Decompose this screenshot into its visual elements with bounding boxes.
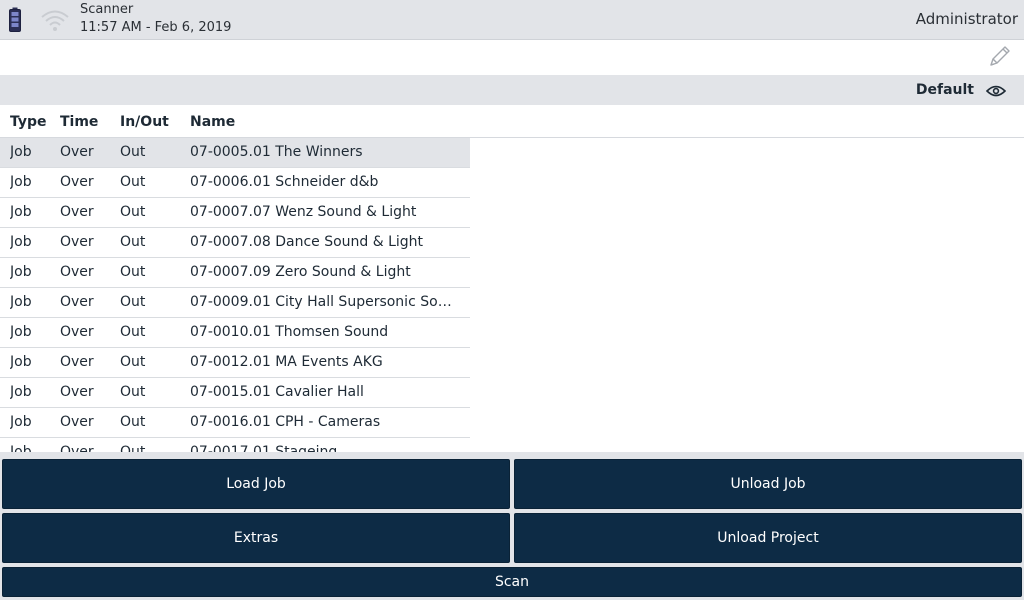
app-title: Scanner (80, 2, 134, 17)
cell-inout: Out (120, 354, 146, 370)
cell-type: Job (10, 324, 32, 340)
cell-inout: Out (120, 144, 146, 160)
cell-type: Job (10, 384, 32, 400)
view-bar: Default (0, 75, 1024, 105)
cell-type: Job (10, 144, 32, 160)
table-row[interactable]: Job Over Out 07-0010.01 Thomsen Sound (0, 318, 470, 348)
unload-project-button[interactable]: Unload Project (514, 513, 1022, 563)
cell-name: 07-0016.01 CPH - Cameras (190, 414, 381, 430)
cell-name: 07-0012.01 MA Events AKG (190, 354, 383, 370)
cell-time: Over (60, 264, 94, 280)
table-header: Type Time In/Out Name (0, 105, 1024, 138)
table-row[interactable]: Job Over Out 07-0007.08 Dance Sound & Light (0, 228, 470, 258)
pencil-icon[interactable] (986, 44, 1012, 70)
cell-time: Over (60, 204, 94, 220)
table-row[interactable]: Job Over Out 07-0015.01 Cavalier Hall (0, 378, 470, 408)
cell-name: 07-0007.09 Zero Sound & Light (190, 264, 411, 280)
column-header-inout[interactable]: In/Out (120, 114, 169, 130)
table-body: Job Over Out 07-0005.01 The Winners Job Over O… (0, 138, 470, 452)
user-name[interactable]: Administrator (916, 10, 1018, 28)
status-header: Scanner 11:57 AM - Feb 6, 2019 Administr… (0, 0, 1024, 40)
extras-button[interactable]: Extras (2, 513, 510, 563)
cell-name: 07-0007.08 Dance Sound & Light (190, 234, 424, 250)
cell-type: Job (10, 354, 32, 370)
cell-name: 07-0010.01 Thomsen Sound (190, 324, 389, 340)
datetime-label: 11:57 AM - Feb 6, 2019 (80, 20, 232, 35)
cell-type: Job (10, 264, 32, 280)
cell-inout: Out (120, 324, 146, 340)
view-selector-label[interactable]: Default (916, 82, 974, 98)
cell-type: Job (10, 294, 32, 310)
cell-inout: Out (120, 174, 146, 190)
cell-inout: Out (120, 264, 146, 280)
cell-inout: Out (120, 384, 146, 400)
table-row[interactable]: Job Over Out 07-0006.01 Schneider d&b (0, 168, 470, 198)
action-panel: Load Job Unload Job Extras Unload Projec… (0, 452, 1024, 600)
cell-inout: Out (120, 204, 146, 220)
cell-type: Job (10, 174, 32, 190)
table-row[interactable]: Job Over Out 07-0016.01 CPH - Cameras (0, 408, 470, 438)
table-row[interactable]: Job Over Out 07-0009.01 City Hall Supersoni… (0, 288, 470, 318)
cell-inout: Out (120, 294, 146, 310)
table-row[interactable]: Job Over Out 07-0007.07 Wenz Sound & Light (0, 198, 470, 228)
cell-name: 07-0009.01 City Hall Supersonic Soundi… (190, 294, 458, 310)
cell-type: Job (10, 204, 32, 220)
cell-name: 07-0007.07 Wenz Sound & Light (190, 204, 417, 220)
battery-icon (9, 7, 21, 32)
cell-time: Over (60, 414, 94, 430)
cell-name: 07-0015.01 Cavalier Hall (190, 384, 364, 400)
cell-name: 07-0005.01 The Winners (190, 144, 363, 160)
table-row[interactable]: Job Over Out 07-0012.01 MA Events AKG (0, 348, 470, 378)
cell-name: 07-0017.01 Stageing (190, 444, 338, 452)
cell-time: Over (60, 294, 94, 310)
column-header-name[interactable]: Name (190, 114, 235, 130)
table-row[interactable]: Job Over Out 07-0007.09 Zero Sound & Light (0, 258, 470, 288)
cell-type: Job (10, 234, 32, 250)
cell-inout: Out (120, 414, 146, 430)
cell-time: Over (60, 324, 94, 340)
unload-job-button[interactable]: Unload Job (514, 459, 1022, 509)
wifi-icon (41, 10, 69, 31)
cell-time: Over (60, 234, 94, 250)
column-header-type[interactable]: Type (10, 114, 47, 130)
cell-name: 07-0006.01 Schneider d&b (190, 174, 379, 190)
table-row[interactable]: Job Over Out 07-0017.01 Stageing (0, 438, 470, 452)
cell-type: Job (10, 414, 32, 430)
cell-inout: Out (120, 444, 146, 452)
eye-icon[interactable] (986, 84, 1006, 98)
load-job-button[interactable]: Load Job (2, 459, 510, 509)
edit-bar (0, 40, 1024, 75)
cell-type: Job (10, 444, 32, 452)
cell-inout: Out (120, 234, 146, 250)
cell-time: Over (60, 174, 94, 190)
table-row[interactable]: Job Over Out 07-0005.01 The Winners (0, 138, 470, 168)
jobs-table[interactable]: Type Time In/Out Name Job Over Out 07-0005.… (0, 105, 1024, 452)
scan-button[interactable]: Scan (2, 567, 1022, 597)
cell-time: Over (60, 384, 94, 400)
cell-time: Over (60, 444, 94, 452)
cell-time: Over (60, 144, 94, 160)
cell-time: Over (60, 354, 94, 370)
column-header-time[interactable]: Time (60, 114, 98, 130)
